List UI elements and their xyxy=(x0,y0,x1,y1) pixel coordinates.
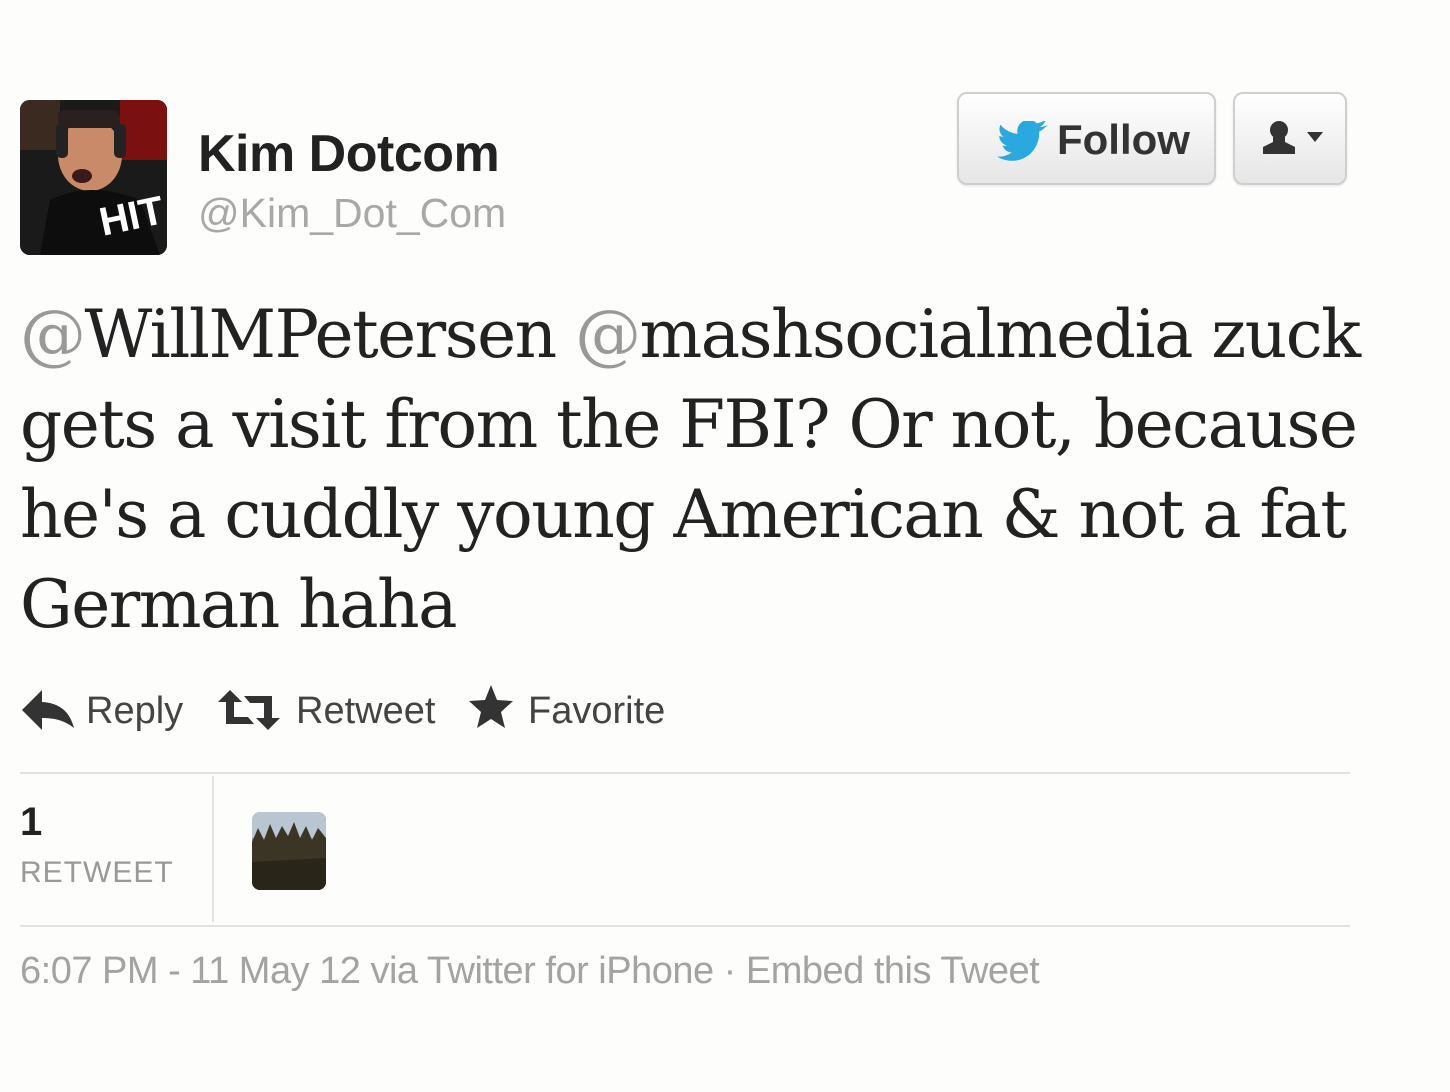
tweet-text: @WillMPetersen @mashsocialmedia zuck get… xyxy=(20,290,1361,650)
tweet-text-line: he's a cuddly young American & not a fat xyxy=(20,476,1347,553)
reply-arrow-icon xyxy=(22,690,74,730)
retweet-count[interactable]: 1 xyxy=(20,800,42,845)
tweet-timestamp[interactable]: 6:07 PM - 11 May 12 xyxy=(20,950,361,992)
mention-link-name[interactable]: mashsocialmedia xyxy=(640,296,1194,373)
divider xyxy=(20,772,1350,774)
retweeter-avatar[interactable] xyxy=(252,812,326,890)
avatar-image: HIT xyxy=(20,100,167,255)
tweet-actions: Reply Retweet Favorite xyxy=(20,680,920,740)
mention-link[interactable]: @ xyxy=(575,296,641,373)
retweet-label: Retweet xyxy=(296,690,436,732)
meta-separator: · xyxy=(713,950,746,992)
reply-button[interactable]: Reply xyxy=(20,680,190,740)
retweet-icon xyxy=(218,690,280,730)
retweet-count-label: RETWEET xyxy=(20,856,174,889)
screen-name[interactable]: @Kim_Dot_Com xyxy=(198,190,506,237)
follow-button-label: Follow xyxy=(1057,116,1190,163)
retweeter-avatar-image xyxy=(252,812,326,890)
tweet-text-line: German haha xyxy=(20,566,457,643)
follow-button[interactable]: Follow xyxy=(957,92,1216,185)
display-name[interactable]: Kim Dotcom xyxy=(198,124,500,184)
star-icon xyxy=(469,685,513,728)
tweet-text-segment: zuck xyxy=(1191,296,1361,373)
chevron-down-icon xyxy=(1307,132,1323,142)
tweet-text-line: @WillMPetersen @mashsocialmedia zuck xyxy=(20,290,1361,380)
twitter-bird-icon xyxy=(997,121,1049,161)
favorite-button[interactable]: Favorite xyxy=(468,680,668,740)
user-avatar[interactable]: HIT xyxy=(20,100,167,255)
divider xyxy=(20,925,1350,927)
tweet-card: HIT Kim Dotcom @Kim_Dot_Com Follow @Will… xyxy=(0,0,1450,1092)
person-icon xyxy=(1263,121,1295,154)
via-text: via xyxy=(360,950,427,992)
mention-link[interactable]: @ xyxy=(20,296,86,373)
divider-vertical xyxy=(212,776,214,922)
tweet-meta: 6:07 PM - 11 May 12 via Twitter for iPho… xyxy=(20,950,1040,993)
reply-label: Reply xyxy=(86,690,184,732)
user-actions-dropdown-button[interactable] xyxy=(1233,92,1347,185)
tweet-text-line: gets a visit from the FBI? Or not, becau… xyxy=(20,386,1358,463)
favorite-label: Favorite xyxy=(528,690,666,732)
mention-link-name[interactable]: WillMPetersen xyxy=(85,296,558,373)
retweet-button[interactable]: Retweet xyxy=(218,680,438,740)
embed-tweet-link[interactable]: Embed this Tweet xyxy=(746,950,1040,992)
tweet-source-link[interactable]: Twitter for iPhone xyxy=(427,950,714,992)
